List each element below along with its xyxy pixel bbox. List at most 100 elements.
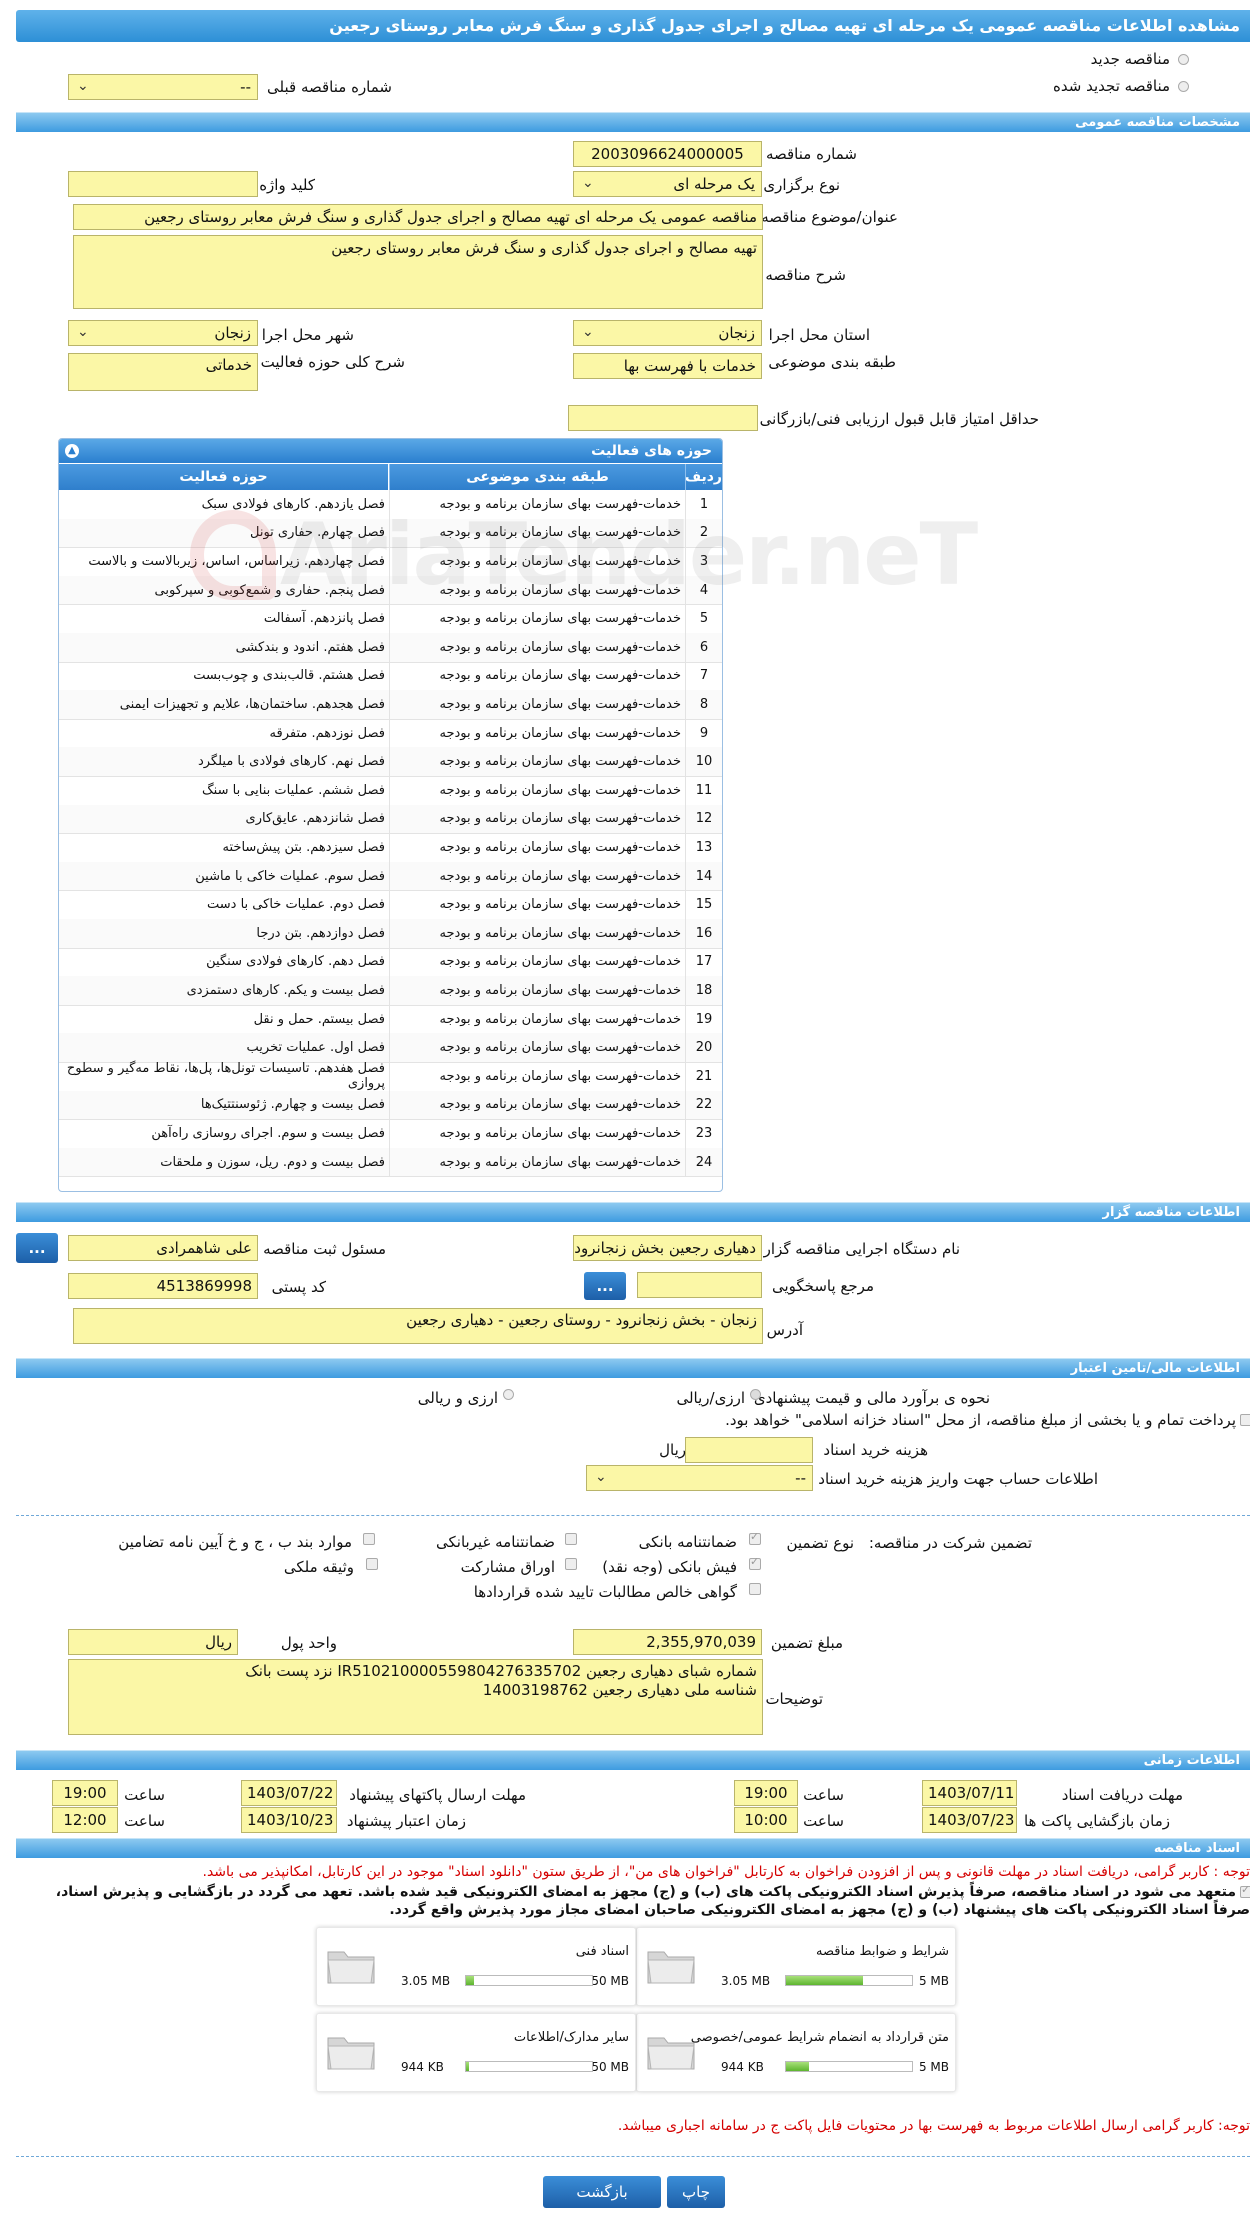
chevron-down-icon: ⌄: [582, 324, 594, 340]
subject-field[interactable]: مناقصه عمومی یک مرحله ای تهیه مصالح و اج…: [73, 204, 763, 230]
reference-lookup-button[interactable]: ...: [584, 1272, 626, 1300]
row-category: خدمات-فهرست بهای سازمان برنامه و بودجه: [389, 604, 685, 633]
tender-number-label: شماره مناقصه: [765, 145, 857, 163]
row-activity: فصل بیست و چهارم. ژئوسنتتیک‌ها: [200, 1097, 385, 1113]
radio-fx-rial[interactable]: [503, 1389, 514, 1400]
row-category: خدمات-فهرست بهای سازمان برنامه و بودجه: [389, 718, 685, 748]
guarantee-claims-label: گواهی خالص مطالبات تایید شده قراردادها: [473, 1583, 737, 1601]
validity-label: زمان اعتبار پیشنهاد: [346, 1812, 466, 1830]
document-current-size: 944 KB: [401, 2060, 444, 2074]
document-current-size: 3.05 MB: [721, 1974, 771, 1988]
row-category: خدمات-فهرست بهای سازمان برنامه و بودجه: [389, 690, 685, 719]
document-size-bar: [465, 2061, 593, 2072]
divider: [16, 1515, 1250, 1516]
row-number: 17: [685, 947, 722, 977]
row-number: 19: [685, 1004, 722, 1034]
currency-label: واحد پول: [280, 1634, 337, 1652]
category-field: خدمات با فهرست بها: [573, 353, 762, 379]
row-number: 15: [685, 890, 722, 919]
row-number: 9: [685, 718, 722, 748]
org-field: دهیاری رجعین بخش زنجانرود: [573, 1235, 762, 1261]
province-select[interactable]: زنجان ⌄: [573, 320, 762, 346]
guarantee-bank-checkbox[interactable]: [749, 1530, 761, 1545]
row-number: 10: [685, 747, 722, 776]
radio-new-label: مناقصه جدید: [1090, 50, 1170, 68]
description-field[interactable]: تهیه مصالح و اجرای جدول گذاری و سنگ فرش …: [73, 235, 763, 309]
notes-line-1: شماره شبای دهیاری رجعین IR51021000055980…: [245, 1662, 757, 1680]
row-number: 23: [685, 1119, 722, 1148]
chevron-down-icon: ⌄: [77, 78, 89, 94]
prev-tender-select[interactable]: -- ⌄: [68, 74, 258, 100]
folder-icon: [645, 1942, 697, 1986]
radio-new-tender[interactable]: [1178, 54, 1189, 65]
row-activity: فصل دوم. عملیات خاکی با دست: [207, 897, 385, 913]
document-size-bar: [785, 1975, 913, 1986]
section-general-header: مشخصات مناقصه عمومی: [16, 112, 1250, 132]
guarantee-property-checkbox[interactable]: [366, 1558, 378, 1570]
address-field: زنجان - بخش زنجانرود - روستای رجعین - ده…: [73, 1308, 763, 1344]
folder-icon: [645, 2028, 697, 2072]
collapse-icon[interactable]: ▲: [65, 444, 79, 458]
col-header-category: طبقه بندی موضوعی: [389, 464, 686, 490]
table-row: 13 خدمات-فهرست بهای سازمان برنامه و بودجه…: [59, 833, 722, 863]
document-max-size: 5 MB: [918, 2060, 949, 2074]
document-upload-box[interactable]: اسناد فنی 50 MB 3.05 MB: [316, 1927, 636, 2006]
col-header-row: ردیف: [685, 464, 722, 490]
activity-desc-field: خدماتی: [68, 353, 258, 391]
divider: [16, 2156, 1250, 2157]
row-activity: فصل بیستم. حمل و نقل: [253, 1011, 385, 1027]
document-title: اسناد فنی: [575, 1944, 629, 1959]
row-category: خدمات-فهرست بهای سازمان برنامه و بودجه: [389, 1004, 685, 1034]
row-category: خدمات-فهرست بهای سازمان برنامه و بودجه: [389, 1090, 685, 1120]
row-category: خدمات-فهرست بهای سازمان برنامه و بودجه: [389, 1033, 685, 1062]
document-upload-box[interactable]: شرایط و ضوابط مناقصه 5 MB 3.05 MB: [636, 1927, 956, 2006]
document-size-fill: [786, 2062, 809, 2071]
page-title: مشاهده اطلاعات مناقصه عمومی یک مرحله ای …: [16, 10, 1250, 42]
table-row: 24 خدمات-فهرست بهای سازمان برنامه و بودجه…: [59, 1147, 722, 1178]
treasury-checkbox[interactable]: [1240, 1414, 1250, 1426]
document-title: سایر مدارک/اطلاعات: [513, 2030, 629, 2045]
radio-rial[interactable]: [750, 1389, 761, 1400]
guarantee-claims-checkbox[interactable]: [749, 1583, 761, 1595]
table-row: 16 خدمات-فهرست بهای سازمان برنامه و بودجه…: [59, 919, 722, 949]
registrar-more-button[interactable]: ...: [16, 1233, 58, 1263]
print-button[interactable]: چاپ: [667, 2176, 725, 2208]
doc-receive-date: 1403/07/11: [922, 1780, 1017, 1806]
row-number: 20: [685, 1033, 722, 1062]
account-select[interactable]: -- ⌄: [586, 1465, 813, 1491]
guarantee-nonbank-checkbox[interactable]: [565, 1533, 577, 1545]
open-time: 10:00: [734, 1807, 798, 1833]
subject-label: عنوان/موضوع مناقصه: [761, 208, 898, 226]
document-max-size: 50 MB: [591, 2060, 629, 2074]
account-label: اطلاعات حساب جهت واریز هزینه خرید اسناد: [818, 1470, 1098, 1488]
keyword-field[interactable]: [68, 171, 258, 197]
min-score-field[interactable]: [568, 405, 758, 431]
row-number: 13: [685, 833, 722, 862]
document-title: متن قرارداد به انضمام شرایط عمومی/خصوصی: [690, 2030, 949, 2045]
table-row: 21 خدمات-فهرست بهای سازمان برنامه و بودجه…: [59, 1061, 722, 1092]
folder-icon: [325, 1942, 377, 1986]
document-upload-box[interactable]: متن قرارداد به انضمام شرایط عمومی/خصوصی 5…: [636, 2013, 956, 2092]
guarantee-bonds-checkbox[interactable]: [565, 1558, 577, 1570]
price-list-note: توجه: کاربر گرامی ارسال اطلاعات مربوط به…: [617, 2118, 1250, 2134]
table-row: 6 خدمات-فهرست بهای سازمان برنامه و بودجه ف…: [59, 633, 722, 663]
watermark-logo: [190, 510, 276, 600]
row-category: خدمات-فهرست بهای سازمان برنامه و بودجه: [389, 661, 685, 691]
guarantee-property-label: وثیقه ملکی: [283, 1558, 354, 1576]
registrar-field: علی شاهمرادی: [68, 1235, 258, 1261]
document-upload-box[interactable]: سایر مدارک/اطلاعات 50 MB 944 KB: [316, 2013, 636, 2092]
row-activity: فصل نوزدهم. متفرقه: [269, 725, 385, 741]
category-label: طبقه بندی موضوعی: [768, 353, 896, 371]
guarantee-cash-checkbox[interactable]: [749, 1555, 761, 1570]
table-row: 19 خدمات-فهرست بهای سازمان برنامه و بودجه…: [59, 1004, 722, 1035]
guarantee-clauses-checkbox[interactable]: [363, 1533, 375, 1545]
back-button[interactable]: بازگشت: [543, 2176, 661, 2208]
table-row: 23 خدمات-فهرست بهای سازمان برنامه و بودجه…: [59, 1119, 722, 1149]
hold-type-select[interactable]: یک مرحله ای ⌄: [573, 171, 762, 197]
row-category: خدمات-فهرست بهای سازمان برنامه و بودجه: [389, 747, 685, 776]
address-label: آدرس: [766, 1321, 803, 1339]
city-select[interactable]: زنجان ⌄: [68, 320, 258, 346]
radio-renewed-tender[interactable]: [1178, 81, 1189, 92]
row-number: 7: [685, 661, 722, 691]
activity-desc-label: شرح کلی حوزه فعالیت: [260, 353, 405, 371]
